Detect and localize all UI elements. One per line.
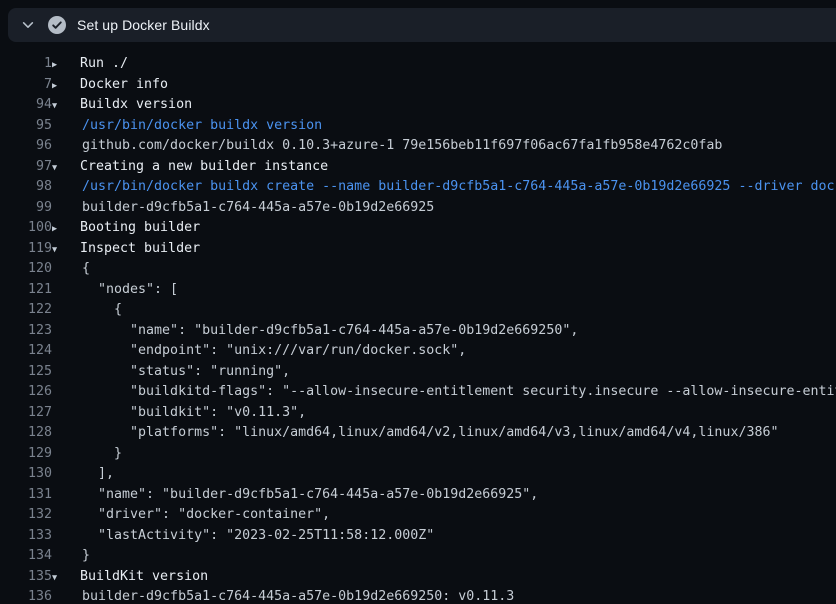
log-text: } [68, 444, 122, 465]
line-number[interactable]: 135 [0, 567, 52, 588]
log-line: 127 "buildkit": "v0.11.3", [0, 403, 836, 424]
log-text: "name": "builder-d9cfb5a1-c764-445a-a57e… [68, 485, 538, 506]
line-number[interactable]: 125 [0, 362, 52, 383]
line-number[interactable]: 120 [0, 259, 52, 280]
check-circle-icon [48, 16, 66, 34]
log-text: ], [68, 464, 114, 485]
log-text: "platforms": "linux/amd64,linux/amd64/v2… [68, 423, 778, 444]
log-line: 121 "nodes": [ [0, 280, 836, 301]
line-number[interactable]: 7 [0, 75, 52, 96]
log-text: /usr/bin/docker buildx create --name bui… [68, 177, 836, 198]
log-text[interactable]: Docker info [80, 75, 168, 96]
chevron-down-icon[interactable] [21, 18, 35, 32]
line-number[interactable]: 134 [0, 546, 52, 567]
line-number[interactable]: 96 [0, 136, 52, 157]
line-number[interactable]: 94 [0, 95, 52, 116]
log-text: "driver": "docker-container", [68, 505, 330, 526]
log-line: 122 { [0, 300, 836, 321]
log-line: 128 "platforms": "linux/amd64,linux/amd6… [0, 423, 836, 444]
line-number[interactable]: 1 [0, 54, 52, 75]
line-number[interactable]: 121 [0, 280, 52, 301]
log-line[interactable]: 94 ▼ Buildx version [0, 95, 836, 116]
log-line[interactable]: 7 ▶ Docker info [0, 75, 836, 96]
line-number[interactable]: 119 [0, 239, 52, 260]
log-line: 129 } [0, 444, 836, 465]
log-line: 120 { [0, 259, 836, 280]
log-text: } [68, 546, 90, 567]
log-text: { [68, 259, 90, 280]
line-number[interactable]: 123 [0, 321, 52, 342]
line-number[interactable]: 136 [0, 587, 52, 604]
log-text[interactable]: Run ./ [80, 54, 128, 75]
collapse-group-icon[interactable]: ▼ [52, 96, 64, 117]
log-line: 95 /usr/bin/docker buildx version [0, 116, 836, 137]
collapse-group-icon[interactable]: ▼ [52, 240, 64, 261]
line-number[interactable]: 133 [0, 526, 52, 547]
log-text: "name": "builder-d9cfb5a1-c764-445a-a57e… [68, 321, 578, 342]
log-text: "status": "running", [68, 362, 290, 383]
log-line: 96 github.com/docker/buildx 0.10.3+azure… [0, 136, 836, 157]
line-number[interactable]: 127 [0, 403, 52, 424]
log-line[interactable]: 135 ▼ BuildKit version [0, 567, 836, 588]
log-line[interactable]: 97 ▼ Creating a new builder instance [0, 157, 836, 178]
line-number[interactable]: 126 [0, 382, 52, 403]
log-line: 134 } [0, 546, 836, 567]
line-number[interactable]: 98 [0, 177, 52, 198]
line-number[interactable]: 99 [0, 198, 52, 219]
log-text[interactable]: Booting builder [80, 218, 200, 239]
line-number[interactable]: 100 [0, 218, 52, 239]
log-text: "nodes": [ [68, 280, 178, 301]
line-number[interactable]: 129 [0, 444, 52, 465]
log-text: "buildkit": "v0.11.3", [68, 403, 306, 424]
collapse-group-icon[interactable]: ▼ [52, 158, 64, 179]
expand-group-icon[interactable]: ▶ [52, 76, 64, 97]
log-text: "lastActivity": "2023-02-25T11:58:12.000… [68, 526, 434, 547]
log-line: 124 "endpoint": "unix:///var/run/docker.… [0, 341, 836, 362]
log-text[interactable]: BuildKit version [80, 567, 208, 588]
log-text[interactable]: Inspect builder [80, 239, 200, 260]
log-line: 133 "lastActivity": "2023-02-25T11:58:12… [0, 526, 836, 547]
log-text: "buildkitd-flags": "--allow-insecure-ent… [68, 382, 836, 403]
line-number[interactable]: 122 [0, 300, 52, 321]
log-line[interactable]: 100 ▶ Booting builder [0, 218, 836, 239]
log-line: 125 "status": "running", [0, 362, 836, 383]
collapse-group-icon[interactable]: ▼ [52, 568, 64, 589]
log-text: /usr/bin/docker buildx version [68, 116, 322, 137]
step-title: Set up Docker Buildx [77, 17, 210, 33]
line-number[interactable]: 130 [0, 464, 52, 485]
log-line[interactable]: 119 ▼ Inspect builder [0, 239, 836, 260]
log-text: github.com/docker/buildx 0.10.3+azure-1 … [68, 136, 722, 157]
log-line: 126 "buildkitd-flags": "--allow-insecure… [0, 382, 836, 403]
log-line: 130 ], [0, 464, 836, 485]
log-line: 98 /usr/bin/docker buildx create --name … [0, 177, 836, 198]
log-area: 1 ▶ Run ./ 7 ▶ Docker info 94 ▼ Buildx vers… [0, 42, 836, 604]
line-number[interactable]: 132 [0, 505, 52, 526]
log-text: "endpoint": "unix:///var/run/docker.sock… [68, 341, 466, 362]
log-text: builder-d9cfb5a1-c764-445a-a57e-0b19d2e6… [68, 198, 434, 219]
line-number[interactable]: 124 [0, 341, 52, 362]
line-number[interactable]: 131 [0, 485, 52, 506]
line-number[interactable]: 95 [0, 116, 52, 137]
log-text: builder-d9cfb5a1-c764-445a-a57e-0b19d2e6… [68, 587, 514, 604]
log-text[interactable]: Creating a new builder instance [80, 157, 328, 178]
log-text[interactable]: Buildx version [80, 95, 192, 116]
log-line[interactable]: 1 ▶ Run ./ [0, 54, 836, 75]
line-number[interactable]: 128 [0, 423, 52, 444]
log-line: 136 builder-d9cfb5a1-c764-445a-a57e-0b19… [0, 587, 836, 604]
log-line: 99 builder-d9cfb5a1-c764-445a-a57e-0b19d… [0, 198, 836, 219]
log-text: { [68, 300, 122, 321]
log-line: 132 "driver": "docker-container", [0, 505, 836, 526]
step-header[interactable]: Set up Docker Buildx [8, 8, 836, 42]
line-number[interactable]: 97 [0, 157, 52, 178]
expand-group-icon[interactable]: ▶ [52, 55, 64, 76]
log-line: 123 "name": "builder-d9cfb5a1-c764-445a-… [0, 321, 836, 342]
expand-group-icon[interactable]: ▶ [52, 219, 64, 240]
log-line: 131 "name": "builder-d9cfb5a1-c764-445a-… [0, 485, 836, 506]
